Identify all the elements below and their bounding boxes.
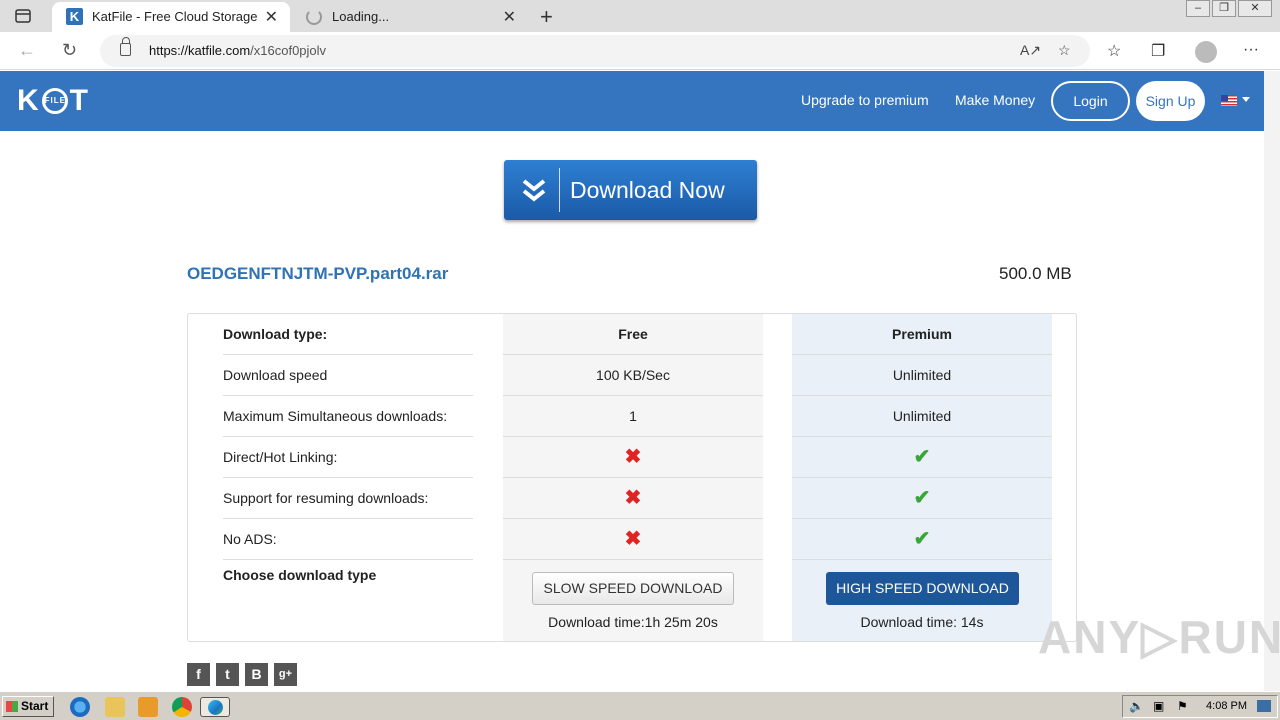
start-button[interactable]: Start (2, 696, 54, 717)
free-value: 1 (503, 396, 763, 437)
premium-check-cell: ✔ (792, 478, 1052, 519)
browser-tab-bar: K KatFile - Free Cloud Storage ✕ Loading… (0, 0, 1280, 32)
tab-actions-icon[interactable] (14, 7, 32, 25)
add-favorite-icon[interactable]: ☆ (1058, 42, 1071, 59)
cross-icon: ✖ (624, 528, 642, 550)
show-desktop-icon[interactable] (1257, 700, 1271, 712)
tab-loading[interactable]: Loading... ✕ (292, 2, 528, 32)
windows-taskbar: Start 🔈 ▣ ⚑ 4:08 PM (0, 691, 1280, 720)
page-scrollbar[interactable] (1264, 71, 1280, 691)
row-label: Download speed (223, 355, 473, 396)
explorer-folder-icon[interactable] (105, 697, 125, 717)
collections-icon[interactable]: ❐ (1151, 41, 1165, 61)
flag-notify-icon[interactable]: ⚑ (1177, 699, 1188, 713)
address-bar-row: ← ↻ https://katfile.com/x16cof0pjolv A↗ … (0, 32, 1280, 70)
upgrade-premium-link[interactable]: Upgrade to premium (801, 92, 929, 108)
site-header: K FILE T Upgrade to premium Make Money Log… (0, 71, 1264, 131)
premium-download-time: Download time: 14s (860, 614, 984, 630)
close-tab-icon[interactable]: ✕ (265, 7, 278, 27)
lock-icon (120, 37, 131, 56)
favorites-icon[interactable]: ☆ (1107, 41, 1121, 61)
row-label: No ADS: (223, 519, 473, 560)
volume-icon[interactable]: 🔈 (1129, 699, 1144, 713)
ie-icon[interactable] (70, 697, 90, 717)
google-plus-share-icon[interactable]: g+ (274, 663, 297, 686)
file-name: OEDGENFTNJTM-PVP.part04.rar (187, 264, 449, 283)
facebook-share-icon[interactable]: f (187, 663, 210, 686)
anyrun-watermark: ANY▷RUN (1038, 611, 1280, 663)
premium-check-cell: ✔ (792, 519, 1052, 560)
profile-avatar-icon[interactable] (1195, 41, 1217, 63)
url-field[interactable]: https://katfile.com/x16cof0pjolv A↗ ☆ (100, 35, 1090, 67)
cross-icon: ✖ (624, 446, 642, 468)
minimize-icon[interactable]: – (1186, 0, 1210, 17)
free-download-time: Download time:1h 25m 20s (548, 614, 718, 630)
free-header: Free (503, 314, 763, 355)
cross-icon: ✖ (624, 487, 642, 509)
language-caret-icon[interactable] (1242, 97, 1250, 102)
free-cross-cell: ✖ (503, 437, 763, 478)
download-type-label: Download type: (223, 314, 473, 355)
check-icon: ✔ (913, 528, 931, 550)
tab-katfile[interactable]: K KatFile - Free Cloud Storage ✕ (52, 2, 290, 32)
close-window-icon[interactable]: ✕ (1238, 0, 1272, 17)
tab-title: Loading... (332, 9, 390, 24)
more-menu-icon[interactable]: ··· (1243, 41, 1259, 59)
premium-value: Unlimited (792, 355, 1052, 396)
download-now-button[interactable]: Download Now (504, 160, 757, 220)
katfile-favicon-icon: K (66, 8, 83, 25)
download-comparison-table: Download type: Free Premium Download spe… (187, 313, 1077, 642)
edge-icon[interactable] (200, 697, 230, 717)
free-cross-cell: ✖ (503, 519, 763, 560)
us-flag-icon[interactable] (1221, 95, 1237, 106)
url-text: https://katfile.com/x16cof0pjolv (149, 43, 327, 58)
back-arrow-icon[interactable]: ← (18, 40, 36, 61)
refresh-icon[interactable]: ↻ (62, 40, 77, 61)
premium-value: Unlimited (792, 396, 1052, 437)
system-tray: 🔈 ▣ ⚑ 4:08 PM (1122, 695, 1278, 718)
tab-title: KatFile - Free Cloud Storage (92, 9, 258, 24)
katfile-logo[interactable]: K FILE T (17, 83, 89, 119)
twitter-share-icon[interactable]: t (216, 663, 239, 686)
blogger-share-icon[interactable]: B (245, 663, 268, 686)
restore-icon[interactable]: ❐ (1212, 0, 1236, 17)
login-button[interactable]: Login (1051, 81, 1130, 121)
choose-download-type-label: Choose download type (223, 567, 377, 583)
check-icon: ✔ (913, 446, 931, 468)
slow-speed-download-button[interactable]: SLOW SPEED DOWNLOAD (532, 572, 734, 605)
download-now-label: Download Now (570, 177, 725, 203)
chrome-icon[interactable] (172, 697, 192, 717)
row-label: Maximum Simultaneous downloads: (223, 396, 473, 437)
row-label: Direct/Hot Linking: (223, 437, 473, 478)
close-tab-icon[interactable]: ✕ (503, 7, 516, 27)
network-icon[interactable]: ▣ (1153, 699, 1164, 713)
read-aloud-icon[interactable]: A↗ (1020, 42, 1041, 59)
signup-button[interactable]: Sign Up (1136, 81, 1205, 121)
row-label: Support for resuming downloads: (223, 478, 473, 519)
file-size: 500.0 MB (999, 264, 1072, 283)
free-cross-cell: ✖ (503, 478, 763, 519)
new-tab-icon[interactable]: + (540, 4, 553, 30)
download-arrow-icon (522, 179, 546, 202)
window-controls: – ❐ ✕ (1184, 0, 1272, 18)
free-value: 100 KB/Sec (503, 355, 763, 396)
clock: 4:08 PM (1206, 700, 1247, 712)
button-separator (559, 168, 560, 212)
check-icon: ✔ (913, 487, 931, 509)
make-money-link[interactable]: Make Money (955, 92, 1035, 108)
premium-check-cell: ✔ (792, 437, 1052, 478)
premium-header: Premium (792, 314, 1052, 355)
high-speed-download-button[interactable]: HIGH SPEED DOWNLOAD (826, 572, 1019, 605)
media-player-icon[interactable] (138, 697, 158, 717)
loading-spinner-icon (306, 9, 322, 25)
